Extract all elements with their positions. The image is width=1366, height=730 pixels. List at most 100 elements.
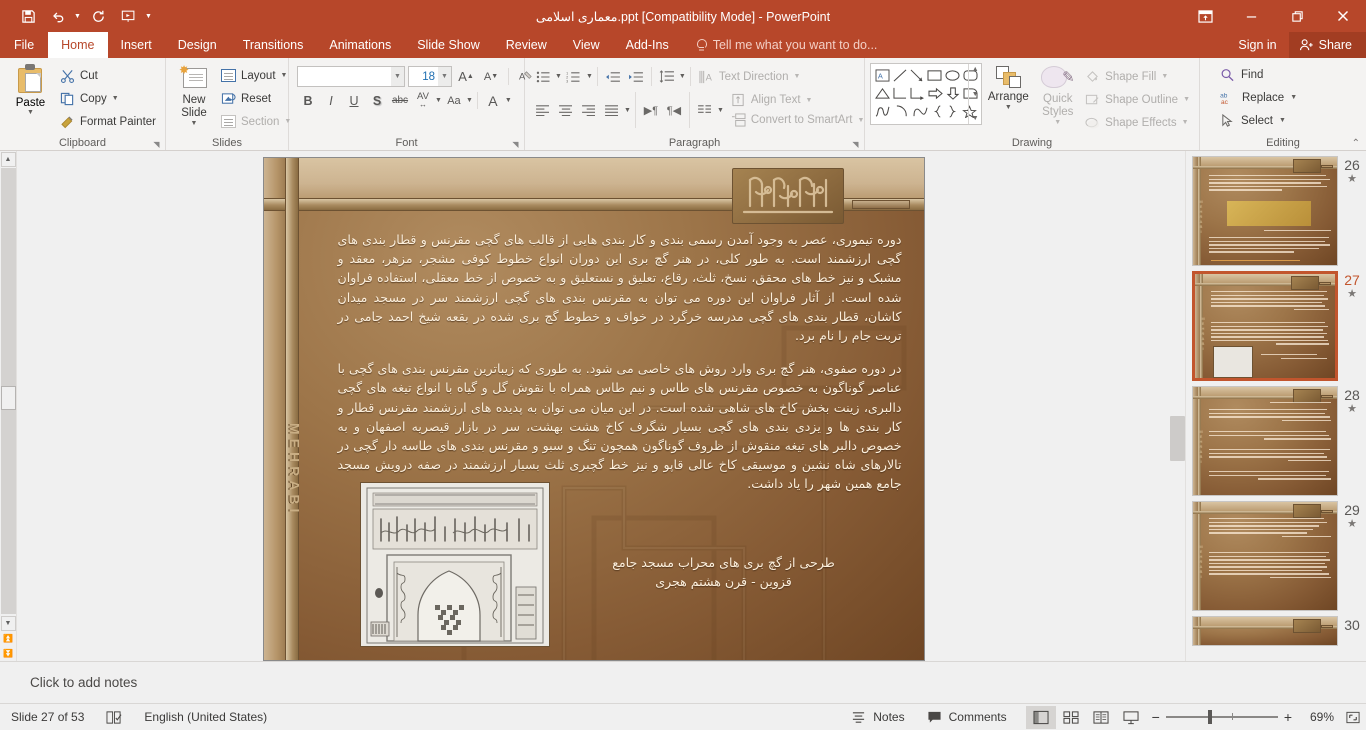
- replace-dropdown-icon[interactable]: ▼: [1290, 94, 1297, 101]
- text-direction-button[interactable]: A Text Direction ▼: [695, 65, 805, 88]
- slide-sorter-view-button[interactable]: [1056, 706, 1086, 729]
- change-case-button[interactable]: Aa: [443, 90, 465, 111]
- align-right-button[interactable]: [578, 100, 600, 121]
- zoom-track[interactable]: [1165, 710, 1278, 725]
- increase-font-size-button[interactable]: A ▲: [455, 66, 477, 87]
- quick-styles-dropdown-icon[interactable]: ▼: [1054, 119, 1061, 126]
- arrange-button[interactable]: Arrange ▼: [982, 63, 1034, 113]
- character-spacing-button[interactable]: AV ↔: [412, 90, 434, 111]
- justify-dropdown-icon[interactable]: ▼: [624, 107, 631, 114]
- right-arrow-shape-icon[interactable]: [928, 87, 943, 102]
- thumbnail-row-28[interactable]: MEHRABI 28 ★: [1186, 381, 1366, 496]
- select-button[interactable]: Select ▼: [1215, 109, 1302, 132]
- slide-thumbnail-pane[interactable]: MEHRABI 26 ★ M E H R A B I 27 ★ M E H R …: [1185, 151, 1366, 661]
- zoom-in-button[interactable]: +: [1284, 709, 1292, 725]
- slide-thumbnail-28[interactable]: MEHRABI: [1192, 386, 1338, 496]
- scrollbar-thumb[interactable]: [0, 386, 16, 410]
- rectangle-shape-icon[interactable]: [927, 69, 942, 84]
- section-button[interactable]: Section ▼: [217, 110, 295, 133]
- copy-dropdown-icon[interactable]: ▼: [112, 95, 119, 102]
- slide-thumbnail-27[interactable]: MEHRABI: [1192, 271, 1338, 381]
- justify-button[interactable]: [601, 100, 623, 121]
- bullets-dropdown-icon[interactable]: ▼: [555, 73, 562, 80]
- thumbnail-row-29[interactable]: MEHRABI 29 ★: [1186, 496, 1366, 611]
- strikethrough-button[interactable]: abc: [389, 90, 411, 111]
- tab-add-ins[interactable]: Add-Ins: [613, 32, 682, 58]
- sign-in-button[interactable]: Sign in: [1226, 38, 1288, 52]
- line-spacing-button[interactable]: [656, 66, 678, 87]
- font-color-button[interactable]: A: [482, 90, 504, 111]
- change-case-dropdown-icon[interactable]: ▼: [466, 97, 473, 104]
- notes-pane[interactable]: Click to add notes: [0, 661, 1366, 703]
- tab-insert[interactable]: Insert: [108, 32, 165, 58]
- comments-button[interactable]: Comments: [916, 704, 1018, 730]
- normal-view-button[interactable]: [1025, 705, 1056, 729]
- arrow-shape-icon[interactable]: [910, 69, 924, 84]
- replace-button[interactable]: ab ac Replace ▼: [1215, 86, 1302, 109]
- font-name-dropdown-icon[interactable]: ▼: [391, 67, 404, 86]
- customize-quick-access-toolbar-icon[interactable]: ▼: [145, 13, 154, 20]
- columns-dropdown-icon[interactable]: ▼: [717, 107, 724, 114]
- copy-button[interactable]: Copy ▼: [56, 87, 160, 110]
- bold-button[interactable]: B: [297, 90, 319, 111]
- decrease-font-size-button[interactable]: A ▼: [480, 66, 502, 87]
- stage-scrollbar-thumb[interactable]: [1170, 416, 1185, 461]
- layout-button[interactable]: Layout ▼: [217, 64, 295, 87]
- select-dropdown-icon[interactable]: ▼: [1279, 117, 1286, 124]
- triangle-shape-icon[interactable]: [874, 87, 890, 102]
- align-text-dropdown-icon[interactable]: ▼: [806, 97, 813, 104]
- shapes-gallery-scrollbar[interactable]: ▲ ▼ ▼: [968, 64, 981, 124]
- shape-outline-button[interactable]: Shape Outline ▼: [1081, 88, 1194, 111]
- arrange-dropdown-icon[interactable]: ▼: [1005, 104, 1012, 111]
- decrease-indent-button[interactable]: [602, 66, 624, 87]
- down-arrow-shape-icon[interactable]: [946, 86, 960, 102]
- tab-home[interactable]: Home: [48, 32, 108, 58]
- font-name-input[interactable]: ▼: [297, 66, 405, 87]
- minimize-button[interactable]: [1228, 0, 1274, 32]
- elbow-arrow-connector-shape-icon[interactable]: [910, 87, 925, 102]
- right-brace-shape-icon[interactable]: [947, 105, 957, 120]
- slide-body-text[interactable]: دوره تیموری، عصر به وجود آمدن رسمی بندی …: [338, 230, 902, 508]
- shape-fill-button[interactable]: Shape Fill ▼: [1081, 65, 1194, 88]
- share-button[interactable]: Share: [1288, 32, 1366, 58]
- numbering-button[interactable]: 123: [563, 66, 585, 87]
- increase-indent-button[interactable]: [625, 66, 647, 87]
- line-shape-icon[interactable]: [893, 69, 907, 84]
- fit-slide-to-window-button[interactable]: [1340, 706, 1366, 728]
- reset-button[interactable]: Reset: [217, 87, 295, 110]
- paste-button[interactable]: Paste ▼: [5, 62, 56, 116]
- restore-button[interactable]: [1274, 0, 1320, 32]
- italic-button[interactable]: I: [320, 90, 342, 111]
- slide-vertical-scrollbar[interactable]: ▲ ▼ ⏫ ⏬: [0, 151, 17, 661]
- paragraph-dialog-launcher-icon[interactable]: ◥: [851, 140, 860, 149]
- ltr-text-direction-button[interactable]: ▶¶: [640, 100, 662, 121]
- tell-me-search[interactable]: Tell me what you want to do...: [682, 32, 877, 58]
- tab-file[interactable]: File: [0, 32, 48, 58]
- format-painter-button[interactable]: Format Painter: [56, 110, 160, 133]
- align-left-button[interactable]: [532, 100, 554, 121]
- slide-thumbnail-29[interactable]: MEHRABI: [1192, 501, 1338, 611]
- start-presentation-icon[interactable]: [115, 3, 143, 29]
- slide-show-view-button[interactable]: [1116, 706, 1146, 729]
- next-slide-button[interactable]: ⏬: [1, 646, 16, 661]
- text-direction-dropdown-icon[interactable]: ▼: [793, 73, 800, 80]
- align-center-button[interactable]: [555, 100, 577, 121]
- zoom-out-button[interactable]: −: [1152, 709, 1160, 725]
- cut-button[interactable]: Cut: [56, 64, 160, 87]
- language-indicator[interactable]: English (United States): [133, 704, 278, 730]
- find-button[interactable]: Find: [1215, 63, 1302, 86]
- columns-button[interactable]: [694, 100, 716, 121]
- slide-image-mihrab-drawing[interactable]: [359, 482, 550, 647]
- scribble-shape-icon[interactable]: [875, 105, 890, 120]
- font-size-dropdown-icon[interactable]: ▼: [438, 67, 451, 86]
- layout-dropdown-icon[interactable]: ▼: [281, 72, 288, 79]
- text-box-shape-icon[interactable]: A: [875, 68, 890, 84]
- spell-check-status[interactable]: [95, 704, 133, 730]
- ribbon-display-options-icon[interactable]: [1182, 0, 1228, 32]
- save-icon[interactable]: [14, 3, 42, 29]
- thumbnail-row-27[interactable]: MEHRABI 27 ★: [1186, 266, 1366, 381]
- paste-dropdown-icon[interactable]: ▼: [27, 109, 34, 116]
- underline-button[interactable]: U: [343, 90, 365, 111]
- slide-thumbnail-26[interactable]: MEHRABI: [1192, 156, 1338, 266]
- redo-icon[interactable]: [85, 3, 113, 29]
